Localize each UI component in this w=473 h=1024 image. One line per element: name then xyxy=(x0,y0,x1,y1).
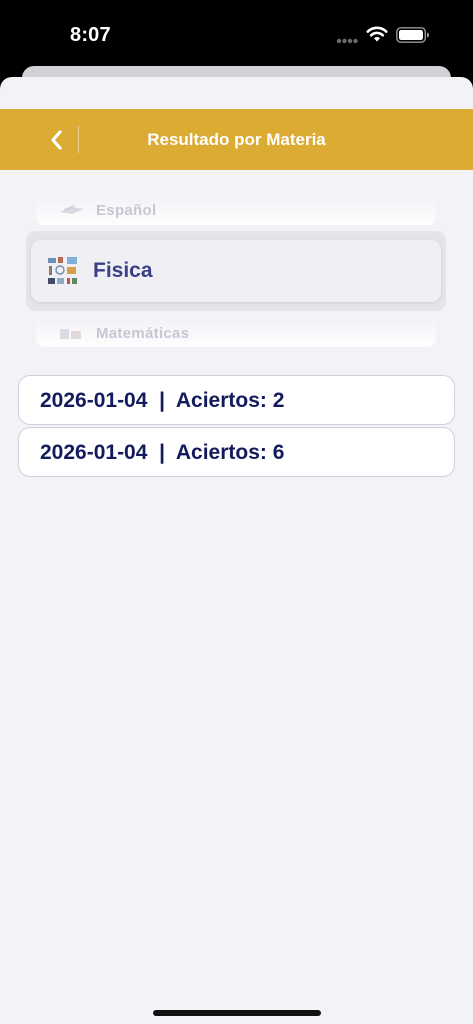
picker-item-label: Matemáticas xyxy=(96,325,190,342)
results-sheet: Resultado por Materia Español Fisica Mat… xyxy=(0,77,473,1024)
book-thumb-icon xyxy=(60,205,84,214)
physics-thumb-icon xyxy=(48,257,77,284)
results-list: 2026-01-04 | Aciertos: 2 2026-01-04 | Ac… xyxy=(18,375,455,479)
picker-item-label: Español xyxy=(96,202,157,219)
picker-item-fisica[interactable]: Fisica xyxy=(31,240,441,302)
picker-item-matematicas[interactable]: Matemáticas xyxy=(36,317,436,347)
page-title: Resultado por Materia xyxy=(147,130,326,149)
math-thumb-icon xyxy=(60,329,81,339)
subject-picker[interactable]: Español Fisica Matemáticas xyxy=(26,195,446,347)
picker-item-espanol[interactable]: Español xyxy=(36,195,436,225)
cellular-signal-icon xyxy=(336,38,358,44)
status-bar: 8:07 xyxy=(0,0,473,66)
result-text: 2026-01-04 | Aciertos: 2 xyxy=(40,389,285,412)
status-time: 8:07 xyxy=(70,24,111,46)
result-row[interactable]: 2026-01-04 | Aciertos: 2 xyxy=(18,375,455,425)
wifi-icon xyxy=(366,26,388,42)
home-indicator[interactable] xyxy=(153,1010,321,1016)
selected-subject-label: Fisica xyxy=(93,259,153,282)
result-row[interactable]: 2026-01-04 | Aciertos: 6 xyxy=(18,427,455,477)
battery-icon xyxy=(396,27,429,43)
result-text: 2026-01-04 | Aciertos: 6 xyxy=(40,441,285,464)
nav-bar: Resultado por Materia xyxy=(0,109,473,170)
